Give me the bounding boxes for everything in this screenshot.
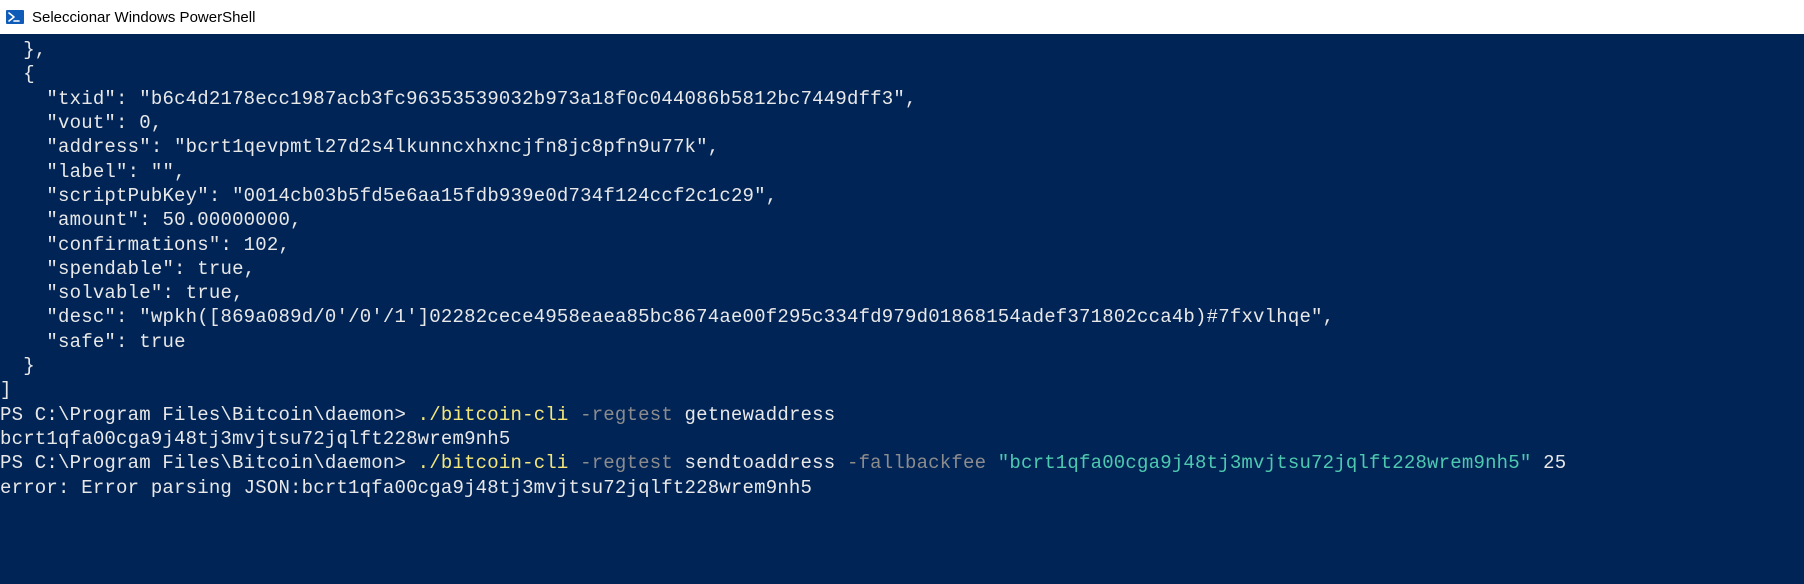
json-line: },: [0, 39, 46, 61]
terminal-output[interactable]: }, { "txid": "b6c4d2178ecc1987acb3fc9635…: [0, 34, 1804, 584]
json-line: "txid": "b6c4d2178ecc1987acb3fc963535390…: [0, 88, 917, 110]
json-line: "desc": "wpkh([869a089d/0'/0'/1']02282ce…: [0, 306, 1334, 328]
command-name: ./bitcoin-cli: [418, 452, 569, 474]
json-line: "safe": true: [0, 331, 186, 353]
json-line: ]: [0, 379, 12, 401]
command-arg: 25: [1531, 452, 1566, 474]
window-titlebar[interactable]: Seleccionar Windows PowerShell: [0, 0, 1804, 34]
command-flag: -regtest: [569, 452, 673, 474]
json-line: {: [0, 63, 35, 85]
command-flag: -regtest: [569, 404, 673, 426]
json-line: "confirmations": 102,: [0, 234, 290, 256]
command-string-arg: "bcrt1qfa00cga9j48tj3mvjtsu72jqlft228wre…: [986, 452, 1531, 474]
ps-prompt: PS C:\Program Files\Bitcoin\daemon>: [0, 452, 418, 474]
powershell-icon: [6, 8, 24, 26]
window-title: Seleccionar Windows PowerShell: [32, 9, 255, 26]
json-line: "amount": 50.00000000,: [0, 209, 302, 231]
command-name: ./bitcoin-cli: [418, 404, 569, 426]
prompt-line-2: PS C:\Program Files\Bitcoin\daemon> ./bi…: [0, 452, 1566, 474]
json-line: "label": "",: [0, 161, 186, 183]
prompt-line-1: PS C:\Program Files\Bitcoin\daemon> ./bi…: [0, 404, 835, 426]
json-line: "scriptPubKey": "0014cb03b5fd5e6aa15fdb9…: [0, 185, 777, 207]
ps-prompt: PS C:\Program Files\Bitcoin\daemon>: [0, 404, 418, 426]
json-line: "solvable": true,: [0, 282, 244, 304]
json-line: "spendable": true,: [0, 258, 255, 280]
command-output: bcrt1qfa00cga9j48tj3mvjtsu72jqlft228wrem…: [0, 428, 510, 450]
json-line: "vout": 0,: [0, 112, 162, 134]
command-flag: -fallbackfee: [835, 452, 986, 474]
command-arg: getnewaddress: [673, 404, 835, 426]
json-line: "address": "bcrt1qevpmtl27d2s4lkunncxhxn…: [0, 136, 719, 158]
error-output: error: Error parsing JSON:bcrt1qfa00cga9…: [0, 477, 812, 499]
json-line: }: [0, 355, 35, 377]
command-arg: sendtoaddress: [673, 452, 835, 474]
